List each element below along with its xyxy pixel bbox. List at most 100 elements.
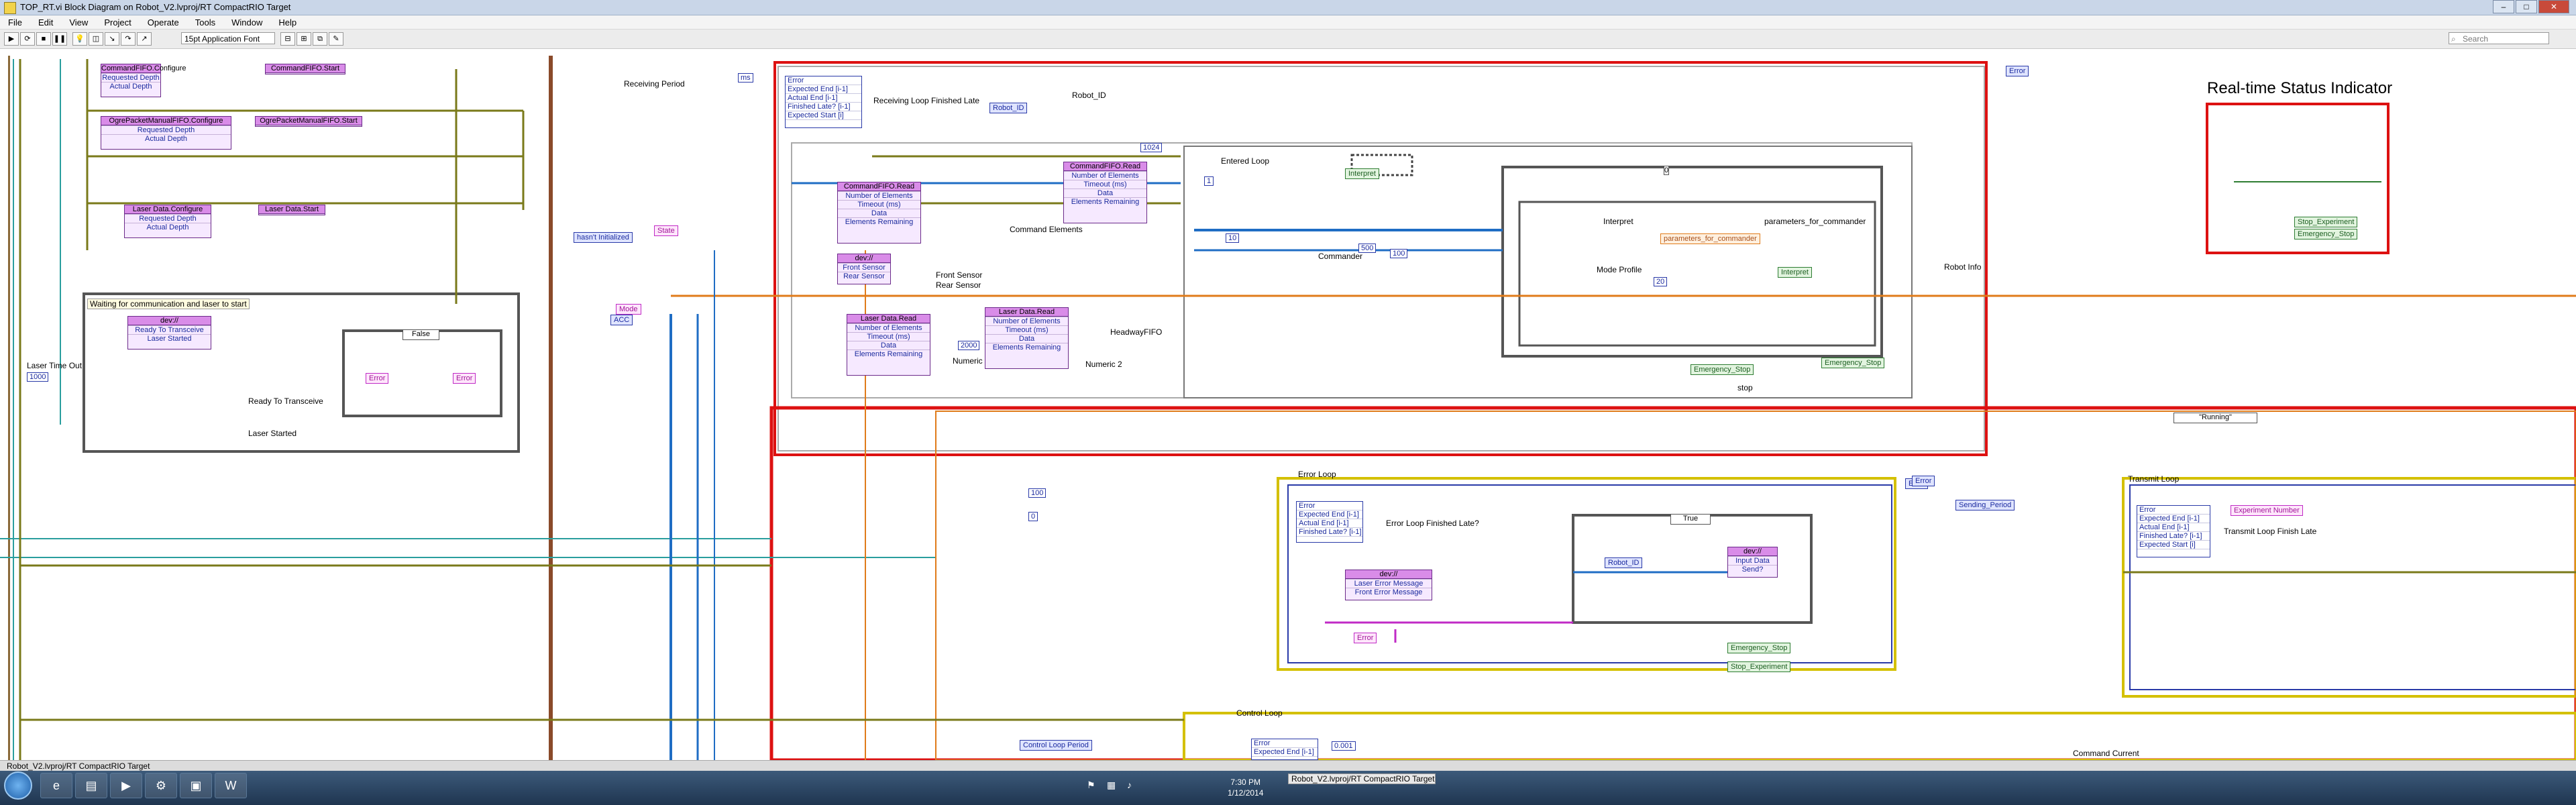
const-1024[interactable]: 1024: [1140, 143, 1163, 152]
tray-network-icon[interactable]: ▦: [1107, 780, 1116, 791]
ogre-start-node[interactable]: OgrePacketManualFIFO.Start: [255, 116, 362, 127]
menu-view[interactable]: View: [61, 17, 96, 28]
retain-wire-values-icon[interactable]: ◫: [89, 32, 103, 46]
robot-id-control[interactable]: Robot_ID: [989, 103, 1028, 113]
ie-icon[interactable]: e: [40, 773, 72, 798]
step-into-icon[interactable]: ↘: [105, 32, 119, 46]
step-over-icon[interactable]: ↷: [121, 32, 136, 46]
laser-read-node-2[interactable]: Laser Data.Read Number of Elements Timeo…: [985, 307, 1069, 369]
control-loop-period-control[interactable]: Control Loop Period: [1020, 740, 1092, 751]
running-case-selector[interactable]: "Running": [2174, 413, 2257, 423]
error-loop-label: Error Loop: [1298, 470, 1336, 479]
const-500[interactable]: 500: [1358, 244, 1377, 253]
dev-error-node[interactable]: dev:// Laser Error Message Front Error M…: [1345, 570, 1432, 600]
cmdfifo-read-node-2[interactable]: CommandFIFO.Read Number of Elements Time…: [1063, 162, 1147, 223]
stop-experiment-error-loop[interactable]: Stop_Experiment: [1727, 661, 1791, 672]
cleanup-icon[interactable]: ✎: [329, 32, 343, 46]
node-row: Actual Depth: [101, 134, 231, 143]
laser-time-out-const[interactable]: 1000: [27, 372, 49, 382]
window-titlebar[interactable]: TOP_RT.vi Block Diagram on Robot_V2.lvpr…: [0, 0, 2576, 15]
mode-control[interactable]: Mode: [616, 304, 641, 315]
cmdfifo-start-node[interactable]: CommandFIFO.Start: [265, 64, 345, 74]
menu-edit[interactable]: Edit: [30, 17, 61, 28]
const-0-error[interactable]: 0: [1028, 512, 1038, 521]
block-diagram[interactable]: CommandFIFO.Configure Requested Depth Ac…: [0, 49, 2576, 760]
labview-taskbar-icon[interactable]: ⚙: [145, 773, 177, 798]
emergency-stop-control-2[interactable]: Emergency_Stop: [1821, 358, 1885, 368]
laser-start-node[interactable]: Laser Data.Start: [258, 205, 325, 215]
const-20[interactable]: 20: [1654, 277, 1668, 286]
state-control[interactable]: State: [654, 225, 678, 236]
active-window-tab[interactable]: Robot_V2.lvproj/RT CompactRIO Target: [1288, 773, 1436, 784]
maximize-button[interactable]: □: [2516, 0, 2537, 13]
tray-volume-icon[interactable]: ♪: [1127, 780, 1132, 790]
dev-sensors-node[interactable]: dev:// Front Sensor Rear Sensor: [837, 254, 891, 284]
highlight-execution-icon[interactable]: 💡: [72, 32, 87, 46]
vi-window-icon[interactable]: ▣: [180, 773, 212, 798]
false-case-selector[interactable]: False: [402, 329, 439, 340]
const-100[interactable]: 100: [1390, 249, 1408, 258]
step-out-icon[interactable]: ↗: [137, 32, 152, 46]
sending-period-control[interactable]: Sending_Period: [1955, 500, 2015, 511]
error-pink-indicator-3[interactable]: Error: [1354, 633, 1377, 643]
node-title: dev://: [1346, 570, 1432, 579]
close-button[interactable]: ✕: [2538, 0, 2569, 13]
zero-case-selector[interactable]: 0: [1664, 166, 1670, 175]
cmdfifo-read-node-1[interactable]: CommandFIFO.Read Number of Elements Time…: [837, 182, 921, 244]
emergency-stop-indicator[interactable]: Emergency_Stop: [2294, 229, 2358, 239]
run-continuously-icon[interactable]: ⟳: [20, 32, 35, 46]
interpret-constant[interactable]: Interpret: [1345, 168, 1379, 179]
media-player-icon[interactable]: ▶: [110, 773, 142, 798]
laser-read-node-1[interactable]: Laser Data.Read Number of Elements Timeo…: [847, 314, 930, 376]
error-pink-indicator-2[interactable]: Error: [453, 373, 476, 384]
node-row: Ready To Transceive: [128, 325, 211, 334]
laser-configure-node[interactable]: Laser Data.Configure Requested Depth Act…: [124, 205, 211, 238]
menu-operate[interactable]: Operate: [140, 17, 187, 28]
window-controls: – □ ✕: [2493, 0, 2569, 13]
error-out-indicator-3[interactable]: Error: [1912, 476, 1935, 486]
tray-flag-icon[interactable]: ⚑: [1087, 780, 1095, 791]
font-select[interactable]: 15pt Application Font: [181, 32, 275, 44]
stop-experiment-indicator[interactable]: Stop_Experiment: [2294, 217, 2358, 227]
align-icon[interactable]: ⊟: [280, 32, 295, 46]
search-input[interactable]: ⌕ Search: [2449, 32, 2549, 44]
word-icon[interactable]: W: [215, 773, 247, 798]
menu-file[interactable]: File: [0, 17, 30, 28]
explorer-icon[interactable]: ▤: [75, 773, 107, 798]
taskbar-clock[interactable]: 7:30 PM 1/12/2014: [1228, 777, 1263, 798]
running-case-structure: [769, 406, 2576, 760]
const-ms[interactable]: ms: [738, 73, 753, 83]
dev-ready-node[interactable]: dev:// Ready To Transceive Laser Started: [127, 316, 211, 350]
error-pink-indicator[interactable]: Error: [366, 373, 389, 384]
const-2000[interactable]: 2000: [958, 341, 980, 350]
hasnt-initialized-const[interactable]: hasn't Initialized: [574, 232, 633, 243]
robot-id-control-2[interactable]: Robot_ID: [1605, 557, 1643, 568]
run-arrow-icon[interactable]: ▶: [4, 32, 19, 46]
emergency-stop-error-loop[interactable]: Emergency_Stop: [1727, 643, 1791, 653]
abort-icon[interactable]: ■: [36, 32, 51, 46]
error-out-indicator[interactable]: Error: [2006, 66, 2029, 76]
menu-tools[interactable]: Tools: [187, 17, 223, 28]
interpret-constant-2[interactable]: Interpret: [1778, 267, 1812, 278]
const-0001[interactable]: 0.001: [1332, 741, 1356, 751]
true-case-selector[interactable]: True: [1670, 514, 1711, 525]
reorder-icon[interactable]: ⧉: [313, 32, 327, 46]
minimize-button[interactable]: –: [2493, 0, 2514, 13]
const-10[interactable]: 10: [1226, 233, 1240, 243]
pause-icon[interactable]: ❚❚: [52, 32, 67, 46]
const-1[interactable]: 1: [1204, 176, 1214, 186]
menu-help[interactable]: Help: [270, 17, 305, 28]
cmdfifo-configure-node[interactable]: CommandFIFO.Configure Requested Depth Ac…: [101, 64, 186, 97]
emergency-stop-control[interactable]: Emergency_Stop: [1690, 364, 1754, 375]
dev-send-node[interactable]: dev:// Input Data Send?: [1727, 547, 1778, 578]
ogre-configure-node[interactable]: OgrePacketManualFIFO.Configure Requested…: [101, 116, 231, 150]
menu-project[interactable]: Project: [96, 17, 139, 28]
acc-const[interactable]: ACC: [610, 315, 633, 325]
experiment-number-control[interactable]: Experiment Number: [2231, 505, 2303, 516]
start-button-icon[interactable]: [4, 771, 32, 800]
cluster-row: Expected End [i-1]: [1297, 511, 1362, 519]
menu-window[interactable]: Window: [223, 17, 270, 28]
parameters-control[interactable]: parameters_for_commander: [1660, 233, 1760, 244]
const-100-error[interactable]: 100: [1028, 488, 1046, 498]
distribute-icon[interactable]: ⊞: [297, 32, 311, 46]
